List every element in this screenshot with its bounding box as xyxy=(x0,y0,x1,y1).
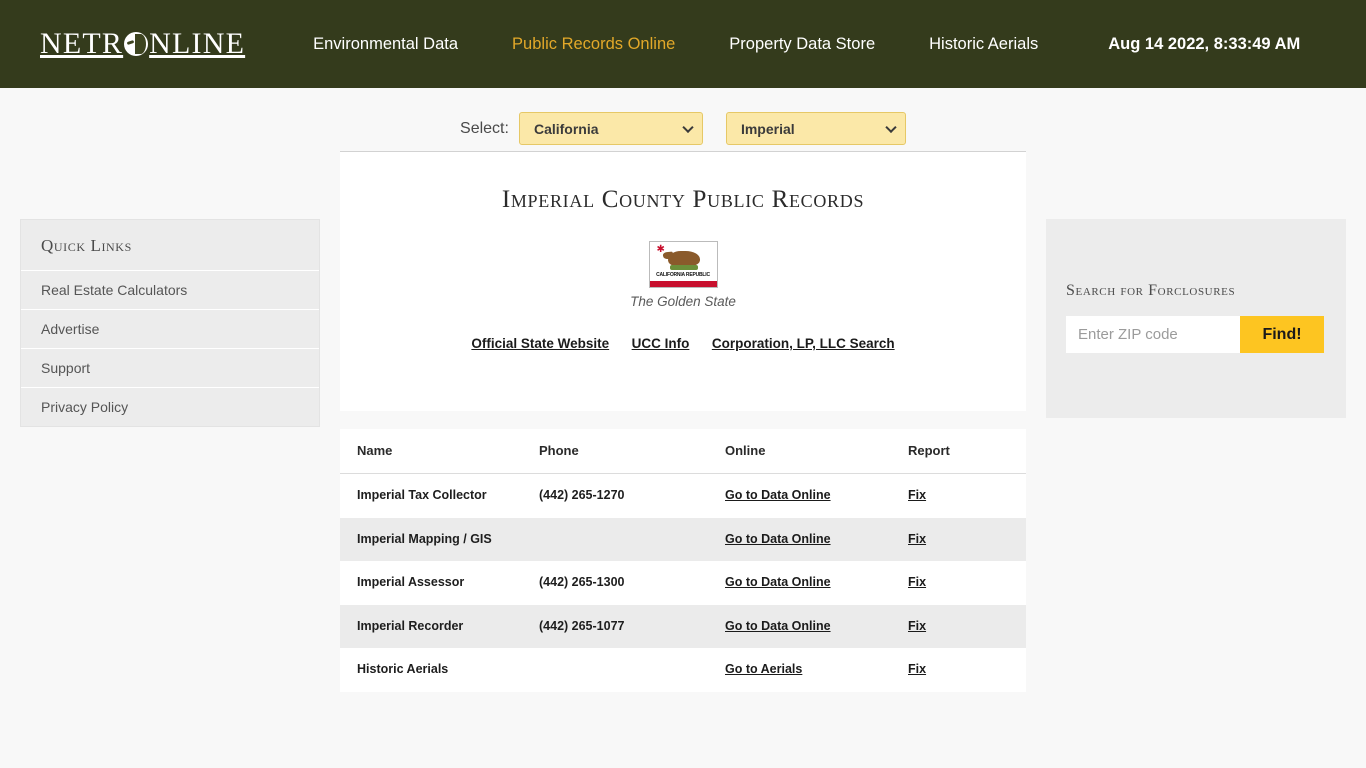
link-fix[interactable]: Fix xyxy=(908,532,926,546)
quick-links-panel: Quick Links Real Estate Calculators Adve… xyxy=(20,219,320,427)
nav-item-historic-aerials[interactable]: Historic Aerials xyxy=(929,35,1038,54)
brand-logo-text-right: NLINE xyxy=(149,27,246,60)
column-header-report: Report xyxy=(891,429,1026,474)
county-select-wrapper: Imperial xyxy=(703,112,906,145)
cell-online: Go to Data Online xyxy=(708,474,891,518)
main-navigation: Environmental Data Public Records Online… xyxy=(313,35,1038,54)
table-row: Imperial Mapping / GIS Go to Data Online… xyxy=(340,517,1026,561)
link-official-state-website[interactable]: Official State Website xyxy=(471,336,609,351)
link-go-to-data-online[interactable]: Go to Data Online xyxy=(725,575,831,589)
sidebar-item-support[interactable]: Support xyxy=(21,348,319,387)
records-table-body: Imperial Tax Collector (442) 265-1270 Go… xyxy=(340,474,1026,692)
brand-logo[interactable]: NETR NLINE xyxy=(40,29,245,59)
records-table-head: Name Phone Online Report xyxy=(340,429,1026,474)
cell-name: Imperial Mapping / GIS xyxy=(340,517,522,561)
cell-online: Go to Data Online xyxy=(708,517,891,561)
brand-logo-text-left: NETR xyxy=(40,27,124,60)
link-go-to-data-online[interactable]: Go to Data Online xyxy=(725,488,831,502)
link-go-to-aerials[interactable]: Go to Aerials xyxy=(725,662,802,676)
column-header-phone: Phone xyxy=(522,429,708,474)
state-links: Official State Website UCC Info Corporat… xyxy=(358,335,1008,353)
cell-report: Fix xyxy=(891,561,1026,605)
column-header-online: Online xyxy=(708,429,891,474)
column-header-name: Name xyxy=(340,429,522,474)
cell-phone: (442) 265-1300 xyxy=(539,575,625,589)
cell-online: Go to Data Online xyxy=(708,561,891,605)
zip-code-input[interactable] xyxy=(1066,316,1240,353)
select-bar: Select: California Imperial xyxy=(340,88,1026,151)
cell-online: Go to Data Online xyxy=(708,604,891,648)
cell-name: Historic Aerials xyxy=(357,662,449,676)
cell-online: Go to Aerials xyxy=(708,648,891,692)
link-fix[interactable]: Fix xyxy=(908,488,926,502)
sidebar-item-real-estate-calculators[interactable]: Real Estate Calculators xyxy=(21,270,319,309)
site-header: NETR NLINE Environmental Data Public Reco… xyxy=(0,0,1366,88)
cell-name: Imperial Assessor xyxy=(357,575,465,589)
cell-report: Fix xyxy=(891,517,1026,561)
state-nickname: The Golden State xyxy=(630,294,736,309)
california-flag-icon: ✱ CALIFORNIA REPUBLIC xyxy=(648,241,718,288)
state-select-wrapper: California xyxy=(518,112,703,145)
flag-republic-text: CALIFORNIA REPUBLIC xyxy=(656,272,710,278)
table-row: Imperial Recorder (442) 265-1077 Go to D… xyxy=(340,604,1026,648)
link-fix[interactable]: Fix xyxy=(908,662,926,676)
globe-icon xyxy=(124,32,149,56)
records-table: Name Phone Online Report Imperial Tax Co… xyxy=(340,429,1026,692)
find-button[interactable]: Find! xyxy=(1240,316,1324,353)
cell-name: Imperial Recorder xyxy=(340,604,522,648)
zip-search-row: Find! xyxy=(1066,316,1346,353)
link-corporation-lp-llc-search[interactable]: Corporation, LP, LLC Search xyxy=(712,336,895,351)
table-row: Imperial Tax Collector (442) 265-1270 Go… xyxy=(340,474,1026,518)
link-ucc-info[interactable]: UCC Info xyxy=(632,336,690,351)
cell-name: Imperial Tax Collector xyxy=(357,488,487,502)
nav-item-public-records-online[interactable]: Public Records Online xyxy=(512,35,675,54)
table-row: Imperial Assessor (442) 265-1300 Go to D… xyxy=(340,561,1026,605)
state-dropdown[interactable]: California xyxy=(518,112,703,145)
sidebar-item-privacy-policy[interactable]: Privacy Policy xyxy=(21,387,319,426)
county-dropdown[interactable]: Imperial xyxy=(725,112,906,145)
sidebar-item-advertise[interactable]: Advertise xyxy=(21,309,319,348)
cell-phone xyxy=(522,517,708,561)
quick-links-title: Quick Links xyxy=(41,236,132,255)
cell-phone: (442) 265-1270 xyxy=(539,488,625,502)
cell-phone: (442) 265-1077 xyxy=(522,604,708,648)
foreclosure-search-panel: Search for Forclosures Find! xyxy=(1046,219,1346,418)
link-fix[interactable]: Fix xyxy=(908,575,926,589)
foreclosure-search-title: Search for Forclosures xyxy=(1066,282,1236,299)
main-content: Select: California Imperial Imperial Cou… xyxy=(340,88,1026,692)
flag-red-bar xyxy=(649,281,717,287)
nav-item-property-data-store[interactable]: Property Data Store xyxy=(729,35,875,54)
link-go-to-data-online[interactable]: Go to Data Online xyxy=(725,532,831,546)
select-label: Select: xyxy=(460,119,509,137)
page-body: Quick Links Real Estate Calculators Adve… xyxy=(0,88,1366,768)
table-header-row: Name Phone Online Report xyxy=(340,429,1026,474)
table-row: Historic Aerials Go to Aerials Fix xyxy=(340,648,1026,692)
cell-report: Fix xyxy=(891,474,1026,518)
cell-report: Fix xyxy=(891,648,1026,692)
flag-bear-icon xyxy=(667,251,700,270)
header-clock: Aug 14 2022, 8:33:49 AM xyxy=(1108,34,1301,53)
link-fix[interactable]: Fix xyxy=(908,619,926,633)
records-card: Imperial County Public Records ✱ CALIFOR… xyxy=(340,151,1026,411)
state-flag-block: ✱ CALIFORNIA REPUBLIC The Golden State xyxy=(358,241,1008,309)
cell-phone xyxy=(522,648,708,692)
page-title: Imperial County Public Records xyxy=(501,186,865,213)
link-go-to-data-online[interactable]: Go to Data Online xyxy=(725,619,831,633)
cell-report: Fix xyxy=(891,604,1026,648)
nav-item-environmental-data[interactable]: Environmental Data xyxy=(313,35,458,54)
